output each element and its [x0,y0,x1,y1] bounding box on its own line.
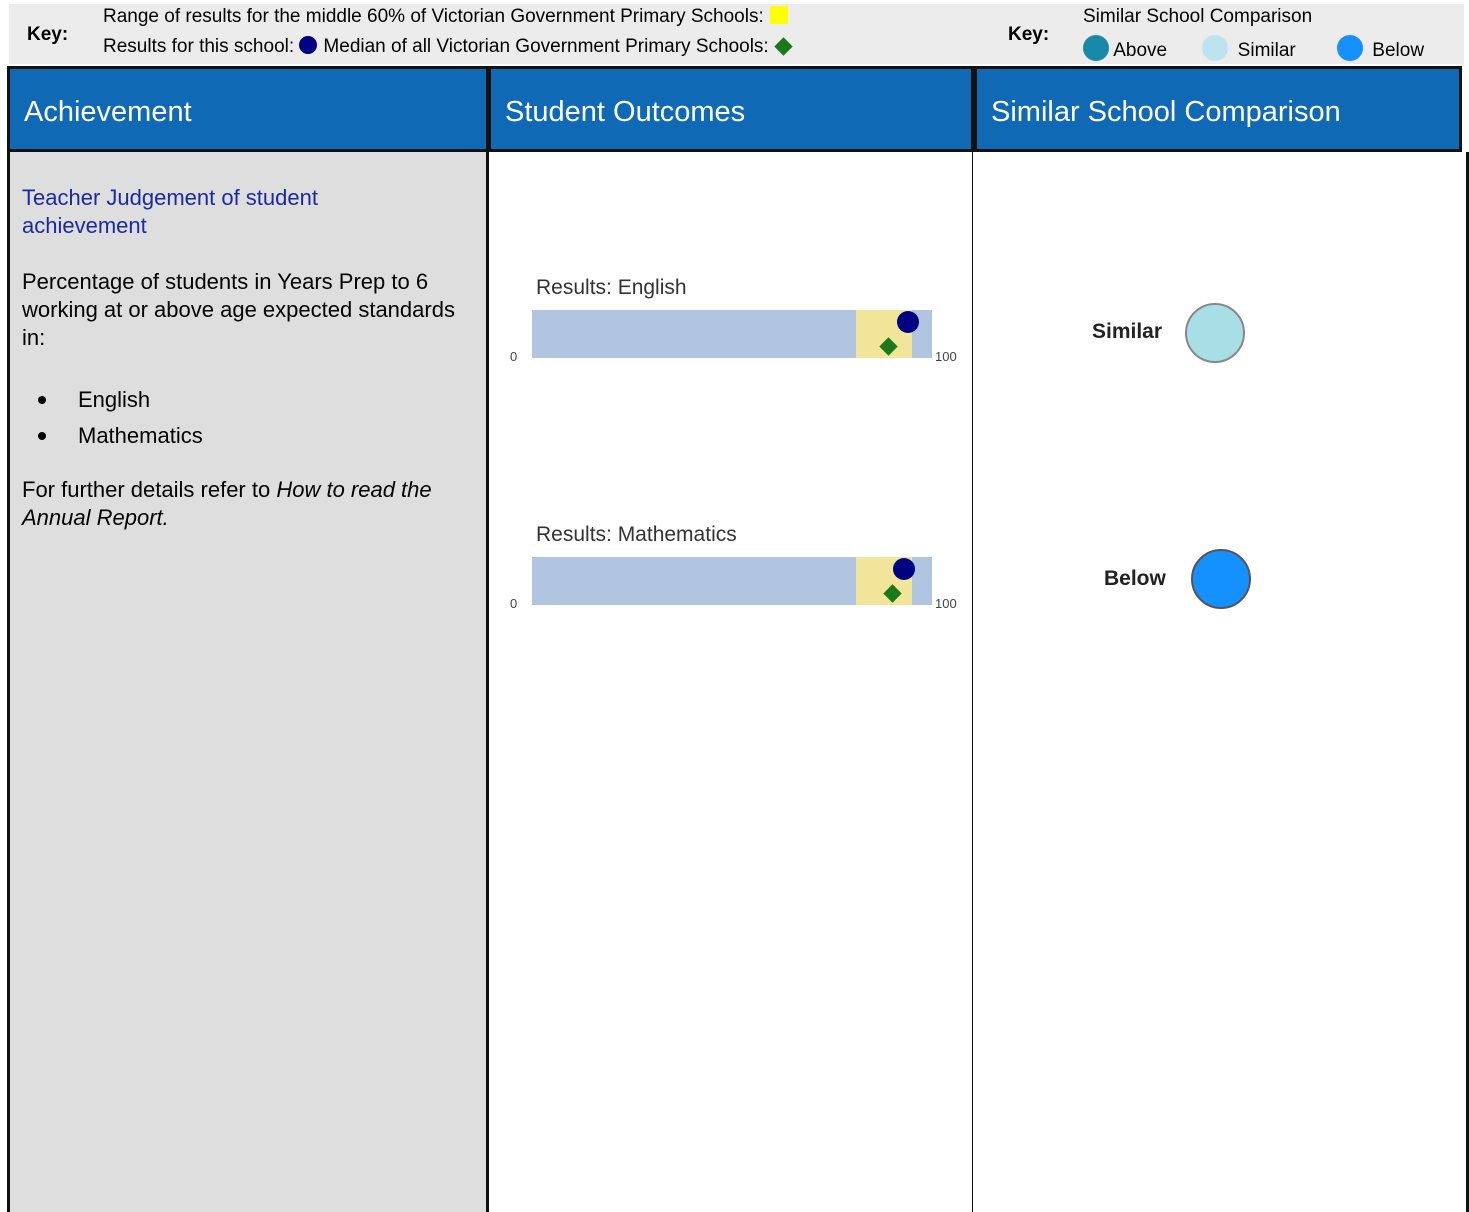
legend-below-label: Below [1372,40,1425,61]
key-bar: Key: Range of results for the middle 60%… [9,4,1464,64]
key-range-text: Range of results for the middle 60% of V… [103,6,788,28]
mathematics-results-chart: Results: Mathematics 0 100 [489,523,975,623]
chart-bar [532,310,932,358]
key-label-left: Key: [27,24,69,45]
tick-label-min: 0 [510,596,518,611]
key-label-right: Key: [1008,24,1050,45]
bullet-icon [38,396,46,404]
header-achievement: Achievement [7,66,489,152]
student-outcomes-column: Results: English 0 100 Results: Mathemat… [489,152,975,1212]
school-result-marker [893,558,915,580]
range-swatch-icon [769,6,788,24]
comparison-similar-circle [1185,303,1245,363]
further-details-prefix: For further details refer to [22,477,277,502]
key-school-result-label: Results for this school: [103,36,295,57]
key-median-label: Median of all Victorian Government Prima… [323,36,769,57]
header-student-outcomes: Student Outcomes [488,66,974,152]
similar-dot-icon [1202,35,1229,61]
school-result-marker [897,311,919,333]
achievement-column: Teacher Judgement of student achievement… [7,152,489,1212]
above-dot-icon [1083,35,1109,61]
tick-label-max: 100 [935,596,957,611]
below-dot-icon [1337,35,1364,61]
school-result-dot-icon [299,36,318,54]
chart-title: Results: English [536,276,687,299]
header-similar-school-comparison: Similar School Comparison [974,66,1462,152]
key-comparison-legend: Above Similar Below [1083,35,1424,62]
median-diamond-icon [774,37,793,56]
key-comparison-title: Similar School Comparison [1083,6,1313,27]
comparison-label-english: Similar [1092,320,1163,343]
comparison-below-circle [1191,549,1251,609]
list-item: Mathematics [22,418,203,454]
list-item: English [22,382,203,418]
comparison-label-mathematics: Below [1104,567,1166,590]
chart-title: Results: Mathematics [536,523,737,546]
achievement-list: English Mathematics [22,382,203,454]
key-results-text: Results for this school: Median of all V… [103,36,793,58]
key-range-label: Range of results for the middle 60% of V… [103,6,764,27]
tick-label-min: 0 [510,349,518,364]
achievement-description: Percentage of students in Years Prep to … [22,269,455,350]
achievement-title: Teacher Judgement of student achievement [22,185,318,238]
bullet-icon [38,432,46,440]
legend-above-label: Above [1113,40,1168,61]
chart-bar [532,557,932,605]
english-results-chart: Results: English 0 100 [489,276,975,376]
achievement-further-details: For further details refer to How to read… [22,476,482,532]
list-item-label: English [78,387,151,412]
similar-school-comparison-column: Similar Below [973,152,1469,1212]
tick-label-max: 100 [935,349,957,364]
list-item-label: Mathematics [78,423,203,448]
legend-similar-label: Similar [1237,40,1296,61]
